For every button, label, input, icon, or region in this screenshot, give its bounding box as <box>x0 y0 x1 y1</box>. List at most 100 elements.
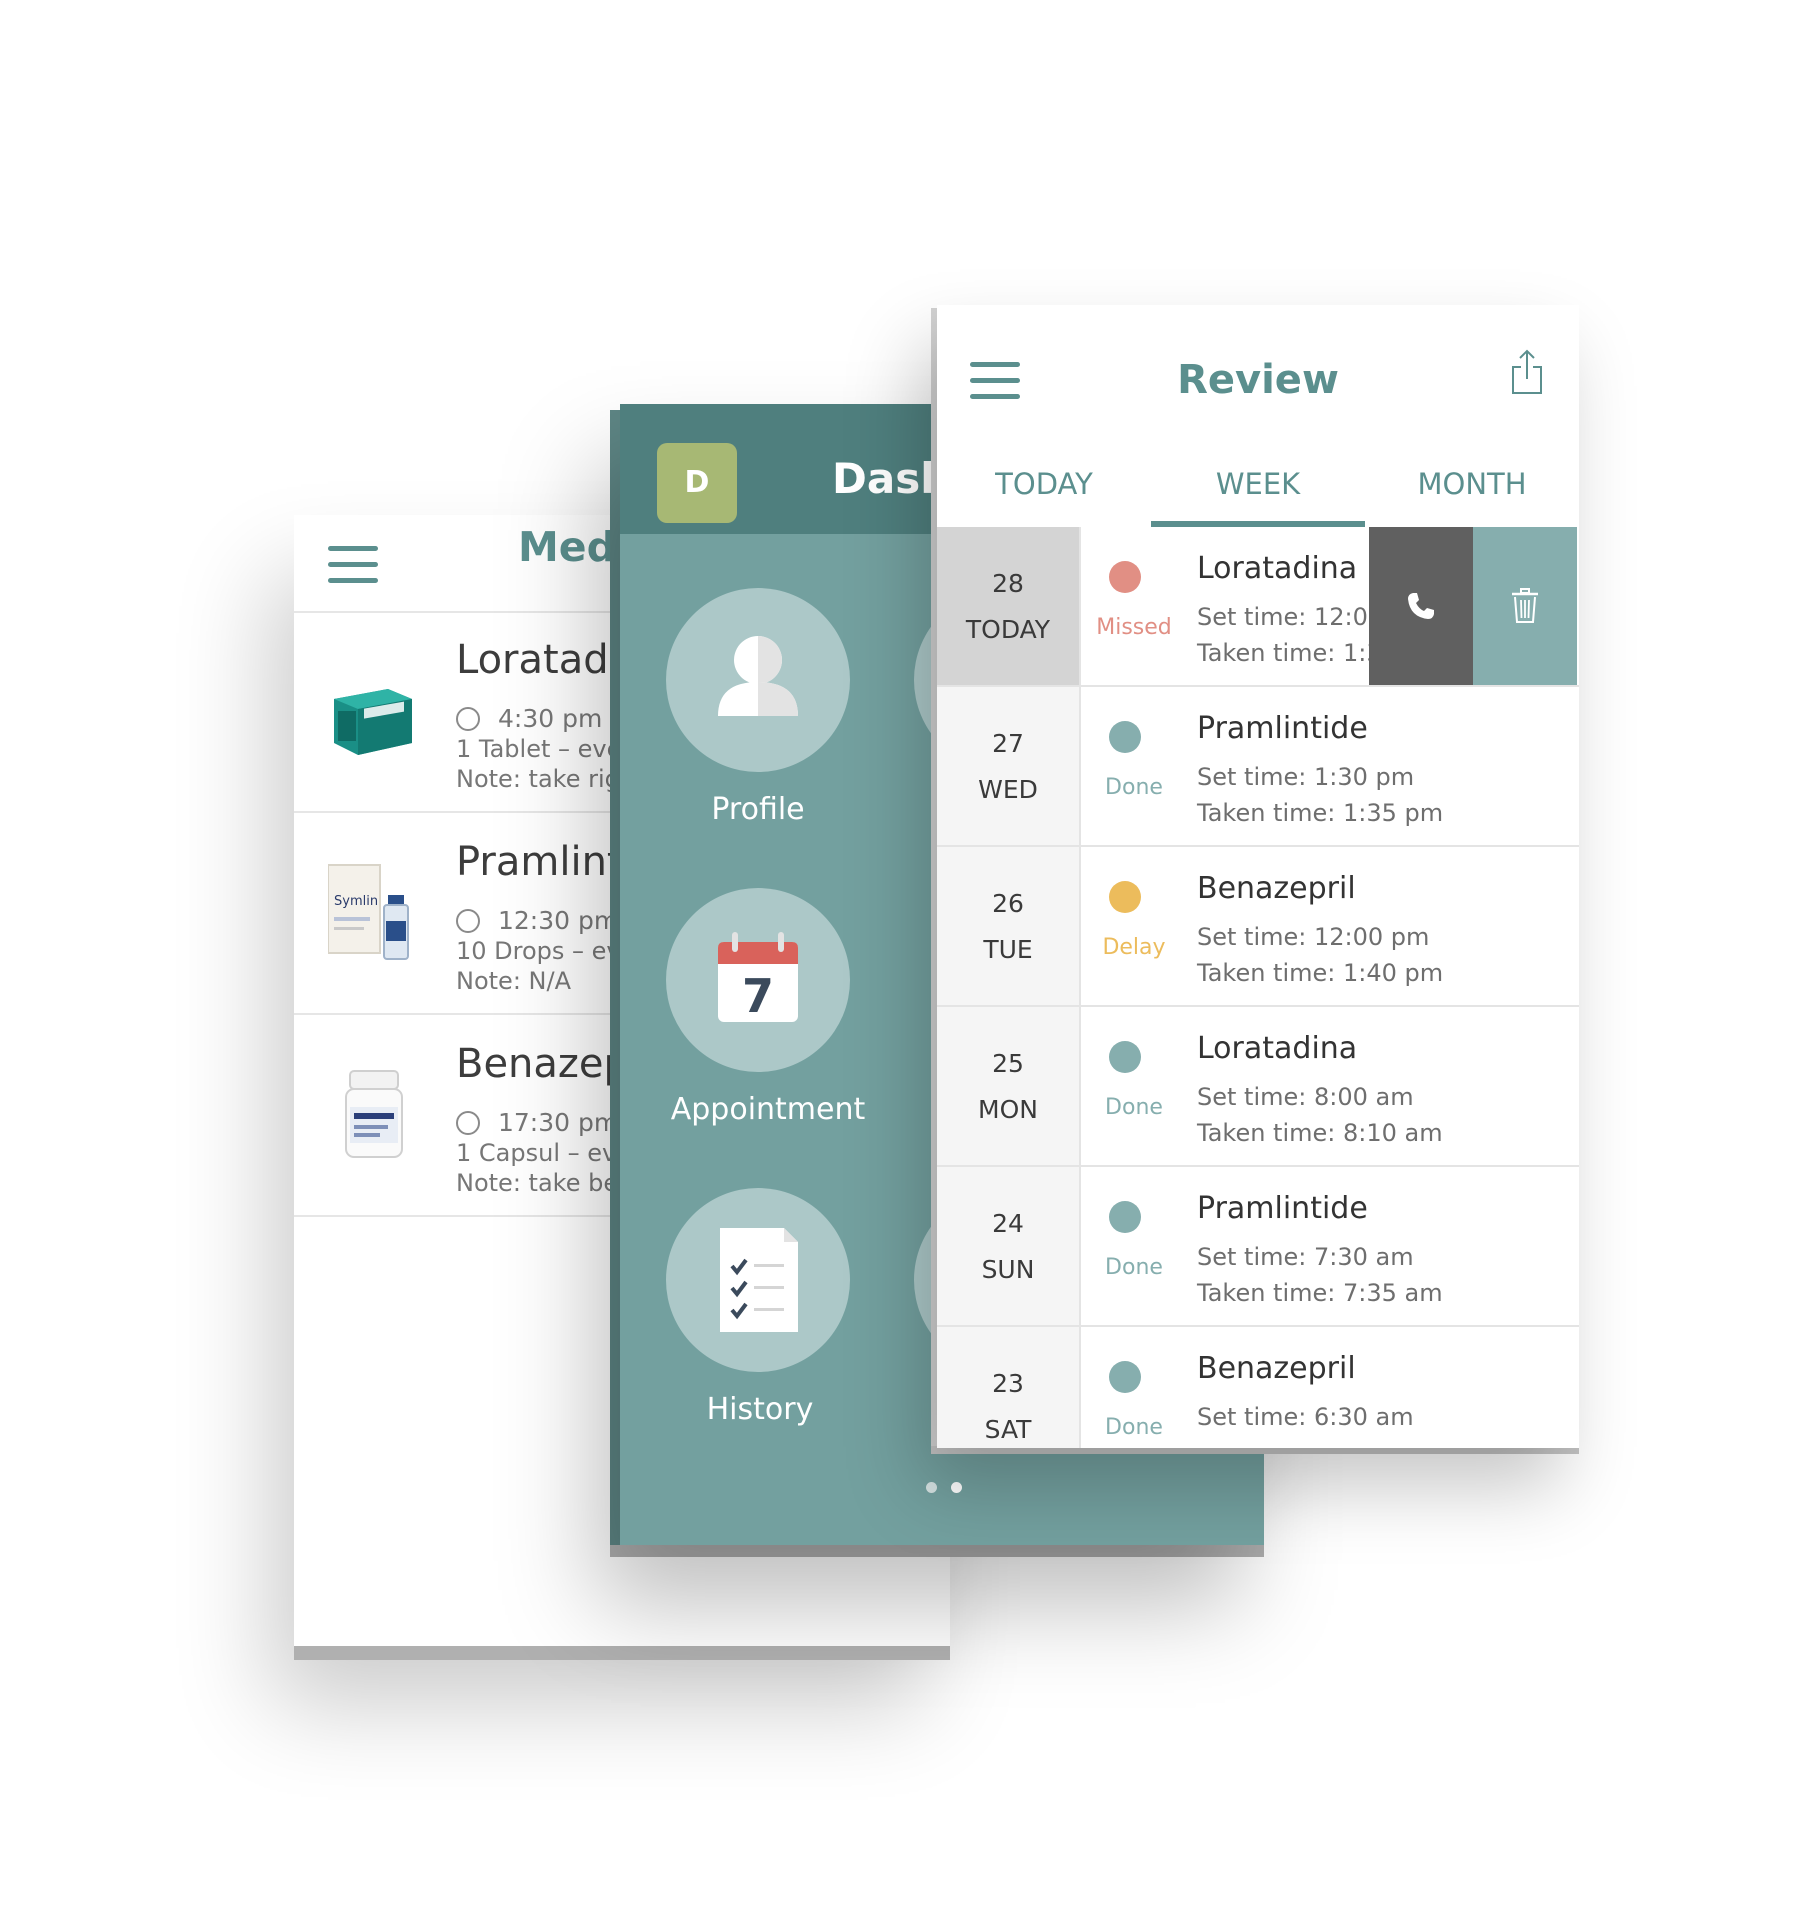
history-tile[interactable] <box>666 1188 850 1372</box>
taken-time: Taken time: 1:3 <box>1197 639 1382 667</box>
appointment-tile[interactable]: 7 <box>666 888 850 1072</box>
set-time: Set time: 12:00 <box>1197 603 1384 631</box>
date-day: SAT <box>984 1415 1032 1444</box>
delete-button[interactable] <box>1473 527 1577 685</box>
medication-name: Pramlintide <box>1197 711 1368 746</box>
medication-screen-edge <box>294 1646 950 1660</box>
date-cell: 25 MON <box>937 1007 1081 1165</box>
status-dot <box>1109 561 1141 593</box>
status-dot <box>1109 721 1141 753</box>
review-row[interactable]: 25 MON Done Loratadina Set time: 8:00 am… <box>937 1007 1579 1167</box>
page-dot-active[interactable] <box>951 1482 962 1493</box>
medication-time-text: 17:30 pm <box>498 1108 619 1137</box>
avatar[interactable]: D <box>657 443 737 523</box>
date-number: 26 <box>992 889 1024 918</box>
medication-time: 17:30 pm <box>456 1107 618 1137</box>
medication-note: Note: take rig <box>456 765 620 793</box>
svg-text:Symlin: Symlin <box>334 894 378 909</box>
phone-icon <box>1408 593 1434 619</box>
status-label: Done <box>1105 1255 1163 1280</box>
date-cell: 23 SAT <box>937 1327 1081 1448</box>
medication-dose: 1 Tablet – eve <box>456 735 622 763</box>
set-time: Set time: 1:30 pm <box>1197 763 1415 791</box>
symlin-vial-image: Symlin <box>327 861 418 961</box>
review-row[interactable]: 23 SAT Done Benazepril Set time: 6:30 am <box>937 1327 1579 1448</box>
medication-dose: 10 Drops – ev <box>456 937 621 965</box>
medication-name: Loratadi <box>456 637 620 683</box>
hamburger-icon[interactable] <box>328 546 378 584</box>
review-row[interactable]: 28 TODAY Missed Loratadina Set time: 12:… <box>937 527 1579 687</box>
set-time: Set time: 7:30 am <box>1197 1243 1414 1271</box>
history-tile-label: History <box>706 1392 814 1427</box>
medication-time-text: 4:30 pm <box>498 704 603 733</box>
medication-name: Pramlintide <box>1197 1191 1368 1226</box>
date-day: WED <box>978 775 1038 804</box>
review-row[interactable]: 24 SUN Done Pramlintide Set time: 7:30 a… <box>937 1167 1579 1327</box>
profile-tile[interactable] <box>666 588 850 772</box>
medication-time: 12:30 pm <box>456 905 618 935</box>
page-dot[interactable] <box>926 1482 937 1493</box>
medication-dose: 1 Capsul – ev <box>456 1139 617 1167</box>
review-row[interactable]: 27 WED Done Pramlintide Set time: 1:30 p… <box>937 687 1579 847</box>
status-label: Done <box>1105 775 1163 800</box>
page-title: Review <box>1177 357 1339 403</box>
medication-name: Loratadina <box>1197 1031 1358 1066</box>
loratadina-box-image <box>328 659 418 759</box>
profile-tile-label: Profile <box>711 792 805 827</box>
review-screen: Review TODAY WEEK MONTH 28 TODAY Missed … <box>937 305 1579 1448</box>
calendar-icon: 7 <box>718 932 798 1023</box>
calendar-day: 7 <box>742 969 774 1023</box>
medication-time-text: 12:30 pm <box>498 906 619 935</box>
person-icon <box>718 636 798 716</box>
medication-name: Benazepril <box>1197 871 1356 906</box>
alarm-clock-icon <box>456 909 480 933</box>
status-label: Done <box>1105 1095 1163 1120</box>
date-day: SUN <box>981 1255 1035 1284</box>
call-button[interactable] <box>1369 527 1473 685</box>
medication-name: Pramlint <box>456 839 623 885</box>
share-icon[interactable] <box>1511 349 1543 395</box>
medication-note: Note: N/A <box>456 967 571 995</box>
tab-week[interactable]: WEEK <box>1151 467 1365 501</box>
tab-month[interactable]: MONTH <box>1365 467 1579 501</box>
taken-time: Taken time: 1:40 pm <box>1197 959 1444 987</box>
dashboard-screen-edge-bottom <box>610 1545 1264 1557</box>
status-dot <box>1109 1041 1141 1073</box>
checklist-icon <box>720 1228 798 1332</box>
trash-icon <box>1512 588 1538 623</box>
status-label: Missed <box>1096 615 1172 640</box>
date-number: 27 <box>992 729 1024 758</box>
date-number: 23 <box>992 1369 1024 1398</box>
date-number: 25 <box>992 1049 1024 1078</box>
date-cell: 27 WED <box>937 687 1081 845</box>
alarm-clock-icon <box>456 707 480 731</box>
review-row[interactable]: 26 TUE Delay Benazepril Set time: 12:00 … <box>937 847 1579 1007</box>
date-number: 28 <box>992 569 1024 598</box>
date-day: MON <box>978 1095 1038 1124</box>
status-label: Done <box>1105 1415 1163 1440</box>
date-day: TUE <box>983 935 1033 964</box>
status-dot <box>1109 881 1141 913</box>
appointment-tile-label: Appointment <box>670 1092 866 1127</box>
status-dot <box>1109 1201 1141 1233</box>
medication-name: Benazep <box>456 1041 629 1087</box>
taken-time: Taken time: 7:35 am <box>1197 1279 1443 1307</box>
dashboard-screen-edge-left <box>610 410 620 1545</box>
page-indicator[interactable] <box>926 1478 976 1497</box>
medication-note: Note: take be <box>456 1169 619 1197</box>
status-label: Delay <box>1102 935 1166 960</box>
taken-time: Taken time: 8:10 am <box>1197 1119 1443 1147</box>
status-dot <box>1109 1361 1141 1393</box>
date-day: TODAY <box>965 615 1051 644</box>
tab-today[interactable]: TODAY <box>937 467 1151 501</box>
set-time: Set time: 12:00 pm <box>1197 923 1430 951</box>
date-number: 24 <box>992 1209 1024 1238</box>
medication-time: 4:30 pm <box>456 703 602 733</box>
medication-name: Benazepril <box>1197 1351 1356 1386</box>
alarm-clock-icon <box>456 1111 480 1135</box>
date-cell: 24 SUN <box>937 1167 1081 1325</box>
set-time: Set time: 8:00 am <box>1197 1083 1414 1111</box>
set-time: Set time: 6:30 am <box>1197 1403 1414 1431</box>
date-cell: 28 TODAY <box>937 527 1081 685</box>
taken-time: Taken time: 1:35 pm <box>1197 799 1444 827</box>
